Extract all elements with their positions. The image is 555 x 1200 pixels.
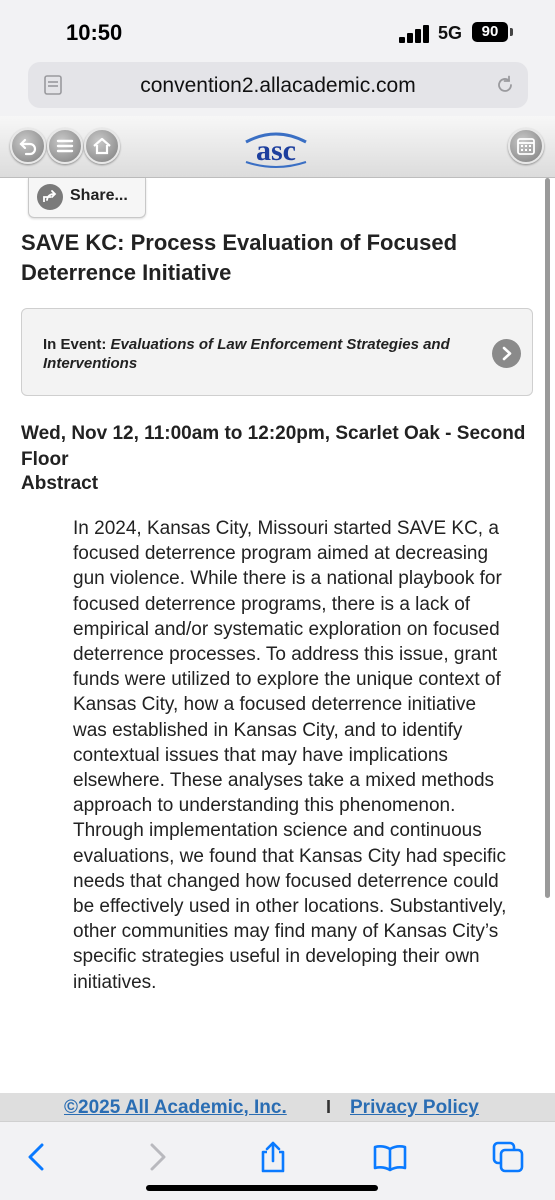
tabs-icon[interactable]: [491, 1140, 525, 1174]
status-time: 10:50: [66, 20, 123, 45]
reload-icon[interactable]: [494, 74, 516, 96]
chevron-right-icon: [492, 339, 521, 368]
share-label: Share...: [70, 187, 128, 204]
menu-button[interactable]: [47, 128, 83, 164]
home-button[interactable]: [84, 128, 120, 164]
calendar-grid-icon: [517, 138, 535, 155]
back-arrow-icon: [19, 138, 37, 156]
privacy-policy-link[interactable]: Privacy Policy: [350, 1097, 479, 1119]
event-text: In Event: Evaluations of Law Enforcement…: [43, 335, 483, 373]
cellular-signal-icon: [399, 25, 431, 43]
site-footer: ©2025 All Academic, Inc. I Privacy Polic…: [0, 1093, 555, 1121]
share-icon: [37, 184, 63, 210]
site-header: asc: [0, 116, 555, 178]
menu-icon: [56, 139, 74, 153]
browser-forward-icon[interactable]: [140, 1140, 174, 1174]
network-type: 5G: [438, 23, 463, 43]
home-icon: [93, 137, 111, 155]
abstract-text: In 2024, Kansas City, Missouri started S…: [73, 518, 507, 993]
abstract-heading: Abstract: [21, 473, 99, 494]
calendar-button[interactable]: [508, 128, 544, 164]
battery-icon: 90: [472, 22, 508, 42]
back-button[interactable]: [10, 128, 46, 164]
status-bar: 10:50 5G 90: [0, 0, 555, 58]
event-link[interactable]: In Event: Evaluations of Law Enforcement…: [21, 308, 533, 396]
browser-share-icon[interactable]: [256, 1140, 290, 1174]
event-prefix: In Event:: [43, 336, 107, 353]
address-bar[interactable]: convention2.allacademic.com: [28, 62, 528, 108]
scrollbar[interactable]: [545, 178, 550, 898]
asc-logo[interactable]: asc: [240, 122, 312, 172]
session-datetime-location: Wed, Nov 12, 11:00am to 12:20pm, Scarlet…: [21, 423, 526, 470]
browser-back-icon[interactable]: [20, 1140, 54, 1174]
battery-level: 90: [481, 23, 499, 40]
battery-nub: [510, 28, 513, 36]
share-button[interactable]: Share...: [28, 178, 146, 218]
paper-title: SAVE KC: Process Evaluation of Focused D…: [21, 230, 458, 285]
home-indicator: [146, 1185, 378, 1191]
logo-text: asc: [256, 134, 296, 167]
bookmarks-icon[interactable]: [373, 1140, 407, 1174]
url-text: convention2.allacademic.com: [140, 74, 416, 97]
browser-address-area: convention2.allacademic.com: [0, 58, 555, 116]
copyright-link[interactable]: ©2025 All Academic, Inc.: [64, 1097, 287, 1119]
footer-separator: I: [326, 1097, 332, 1117]
